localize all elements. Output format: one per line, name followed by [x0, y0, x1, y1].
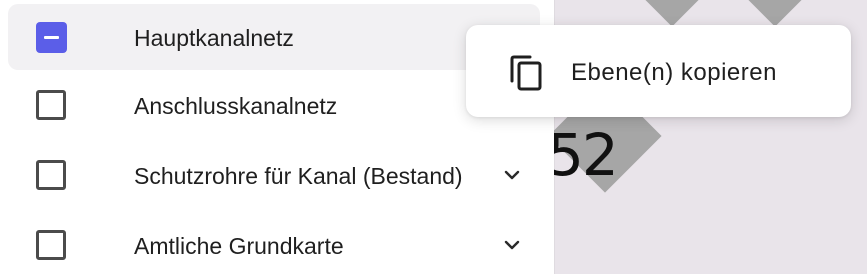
layer-item-schutzrohre[interactable]: Schutzrohre für Kanal (Bestand) — [8, 142, 540, 208]
layer-label: Schutzrohre für Kanal (Bestand) — [134, 163, 463, 189]
layer-label: Anschlusskanalnetz — [134, 93, 338, 119]
layer-label: Amtliche Grundkarte — [134, 233, 344, 259]
copy-layers-menu-item[interactable]: Ebene(n) kopieren — [466, 25, 851, 117]
copy-icon — [508, 53, 546, 91]
context-menu: Ebene(n) kopieren — [466, 25, 851, 117]
layer-label: Hauptkanalnetz — [134, 25, 294, 51]
map-feature — [718, 0, 832, 27]
map-label: 52 — [547, 121, 619, 189]
checkbox[interactable] — [36, 230, 66, 260]
layer-item-hauptkanalnetz[interactable]: Hauptkanalnetz — [8, 4, 540, 70]
checkbox[interactable] — [36, 90, 66, 120]
chevron-down-icon[interactable] — [500, 233, 524, 257]
map-feature — [615, 0, 729, 27]
chevron-down-icon[interactable] — [500, 163, 524, 187]
layer-item-anschlusskanalnetz[interactable]: Anschlusskanalnetz — [8, 72, 540, 138]
checkbox[interactable] — [36, 160, 66, 190]
menu-item-label: Ebene(n) kopieren — [571, 59, 777, 86]
checkbox-indeterminate[interactable] — [36, 22, 67, 53]
layer-item-amtliche-grundkarte[interactable]: Amtliche Grundkarte — [8, 212, 540, 274]
